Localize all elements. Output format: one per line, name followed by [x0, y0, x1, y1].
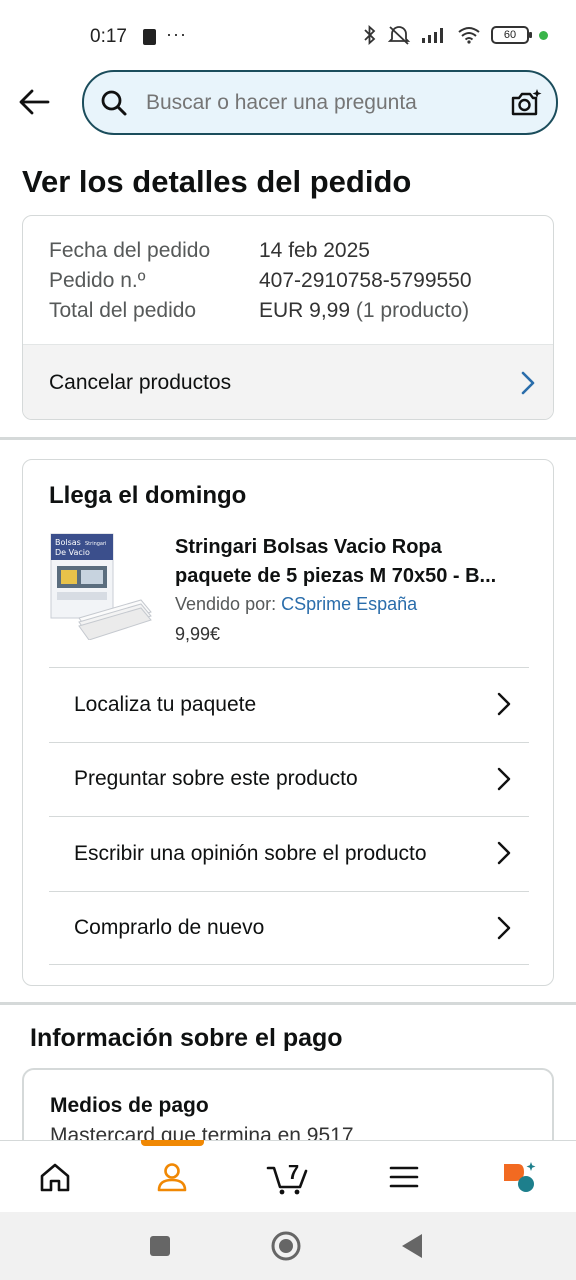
chevron-right-icon — [497, 767, 511, 790]
buy-again-label: Comprarlo de nuevo — [74, 915, 265, 939]
order-date-label: Fecha del pedido — [49, 239, 211, 262]
chevron-right-icon — [497, 916, 511, 939]
search-bar[interactable] — [82, 70, 558, 135]
status-bar: 0:17 ··· 60 — [0, 0, 576, 72]
home-icon — [40, 1163, 70, 1192]
section-divider — [0, 1002, 576, 1005]
menu-icon — [389, 1166, 419, 1188]
file-icon — [143, 29, 156, 45]
product-box-brand: Stringari — [85, 541, 106, 547]
cancel-products-label: Cancelar productos — [49, 371, 232, 394]
nav-home[interactable] — [15, 1141, 95, 1213]
product-box-text-top: Bolsas — [55, 538, 81, 547]
order-total-label: Total del pedido — [49, 299, 197, 322]
delivery-card: Llega el domingo Bolsas De Vacio Stringa… — [22, 459, 554, 986]
cart-icon: 7 — [266, 1162, 308, 1195]
arrow-left-icon — [19, 89, 50, 115]
nav-assistant[interactable] — [480, 1141, 560, 1213]
order-total-value: EUR 9,99 (1 producto) — [259, 299, 469, 323]
track-package-button[interactable]: Localiza tu paquete — [49, 667, 529, 742]
system-navigation-bar — [0, 1212, 576, 1280]
mute-icon — [387, 26, 411, 45]
track-package-label: Localiza tu paquete — [74, 692, 257, 716]
product-title-link[interactable]: Stringari Bolsas Vacio Ropa paquete de 5… — [175, 533, 535, 591]
sold-by-label: Vendido por: — [175, 594, 277, 614]
order-summary-card: Fecha del pedido 14 feb 2025 Pedido n.º … — [22, 215, 554, 420]
sold-by: Vendido por: CSprime España — [175, 594, 417, 615]
buy-again-button[interactable]: Comprarlo de nuevo — [49, 890, 529, 965]
write-review-label: Escribir una opinión sobre el producto — [74, 841, 427, 865]
wifi-icon — [458, 27, 480, 44]
recent-apps-icon[interactable] — [148, 1234, 172, 1258]
nav-menu[interactable] — [364, 1141, 444, 1213]
write-review-button[interactable]: Escribir una opinión sobre el producto — [49, 816, 529, 891]
status-icons: 60 — [363, 24, 548, 46]
profile-icon — [157, 1163, 187, 1192]
signal-icon — [422, 28, 443, 43]
ask-product-label: Preguntar sobre este producto — [74, 767, 358, 791]
ask-product-button[interactable]: Preguntar sobre este producto — [49, 741, 529, 817]
order-number-value: 407-2910758-5799550 — [259, 269, 472, 292]
product-name-line2: paquete de 5 piezas M 70x50 - B... — [175, 565, 497, 587]
chevron-right-icon — [521, 371, 535, 395]
order-number-label: Pedido n.º — [49, 269, 146, 292]
product-image[interactable]: Bolsas De Vacio Stringari — [49, 530, 153, 640]
delivery-title: Llega el domingo — [49, 482, 247, 509]
battery-icon: 60 — [491, 26, 532, 44]
privacy-dot-icon — [539, 30, 548, 40]
order-date-row: Fecha del pedido 14 feb 2025 — [49, 236, 553, 266]
payment-method-label: Medios de pago — [50, 1094, 209, 1117]
page-title: Ver los detalles del pedido — [22, 164, 412, 199]
bluetooth-icon — [364, 25, 376, 45]
home-circle-icon[interactable] — [270, 1230, 302, 1262]
camera-icon[interactable] — [510, 88, 542, 123]
payment-section-title: Información sobre el pago — [30, 1024, 343, 1052]
search-input[interactable] — [146, 90, 496, 115]
bottom-navigation: 7 — [0, 1140, 576, 1212]
order-total-count: (1 producto) — [355, 299, 470, 322]
cancel-products-button[interactable]: Cancelar productos — [23, 344, 553, 419]
chevron-right-icon — [497, 841, 511, 865]
product-name-line1: Stringari Bolsas Vacio Ropa — [175, 536, 442, 558]
back-button[interactable] — [14, 82, 54, 122]
nav-profile[interactable] — [132, 1141, 212, 1213]
order-summary-details: Fecha del pedido 14 feb 2025 Pedido n.º … — [23, 216, 553, 326]
status-time: 0:17 — [90, 26, 127, 47]
order-actions: Localiza tu paquete Preguntar sobre este… — [49, 667, 529, 965]
order-number-row: Pedido n.º 407-2910758-5799550 — [49, 266, 553, 296]
chevron-right-icon — [497, 692, 511, 716]
status-more-dots: ··· — [166, 24, 187, 44]
seller-link[interactable]: CSprime España — [281, 594, 417, 614]
cart-count: 7 — [288, 1162, 299, 1184]
order-total-row: Total del pedido EUR 9,99 (1 producto) — [49, 296, 553, 326]
assistant-icon — [504, 1162, 536, 1192]
search-icon — [100, 88, 130, 118]
product-box-text-mid: De Vacio — [55, 548, 90, 557]
product-price: 9,99€ — [175, 624, 221, 644]
order-total-amount: EUR 9,99 — [259, 299, 351, 322]
order-date-value: 14 feb 2025 — [259, 239, 370, 262]
back-triangle-icon[interactable] — [400, 1232, 424, 1260]
nav-cart[interactable]: 7 — [248, 1141, 328, 1213]
section-divider — [0, 437, 576, 440]
